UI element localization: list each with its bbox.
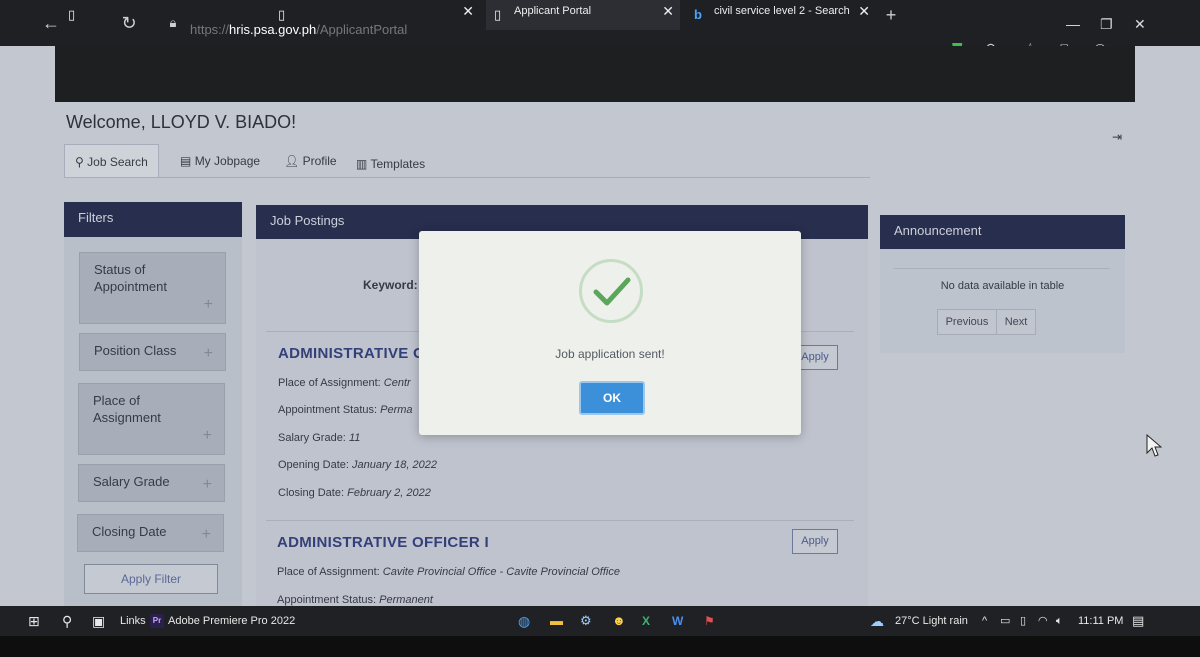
task-view-icon[interactable]: ▣ xyxy=(92,606,105,636)
weather-icon: ☁ xyxy=(870,613,884,629)
flag-icon[interactable]: ⚑ xyxy=(704,606,715,636)
bing-icon: b xyxy=(694,7,702,22)
dialog-message: Job application sent! xyxy=(555,347,665,361)
close-icon[interactable]: ✕ xyxy=(662,0,674,22)
weather-status[interactable]: 27°C Light rain xyxy=(895,606,968,636)
file-explorer-icon[interactable]: ▬ xyxy=(550,606,563,636)
premiere-icon: Pr xyxy=(150,614,164,629)
url-host: hris.psa.gov.ph xyxy=(229,22,317,37)
excel-icon[interactable]: X xyxy=(642,606,650,636)
app-icon[interactable]: ☻ xyxy=(612,606,626,636)
url-path: /ApplicantPortal xyxy=(316,22,408,37)
clock[interactable]: 11:11 PM xyxy=(1078,606,1123,636)
success-dialog: Job application sent! OK xyxy=(419,231,801,435)
page-icon: ▯ xyxy=(494,7,502,22)
close-icon[interactable]: ✕ xyxy=(462,0,474,22)
windows-taskbar: ⊞ ⚲ ▣ Links Pr Adobe Premiere Pro 2022 ◍ … xyxy=(0,606,1200,636)
address-bar[interactable]: https://hris.psa.gov.ph/ApplicantPortal xyxy=(190,22,407,37)
ok-button[interactable]: OK xyxy=(579,381,645,415)
taskbar-premiere[interactable]: Pr Adobe Premiere Pro 2022 xyxy=(150,606,295,636)
back-button[interactable]: ← xyxy=(38,12,64,34)
url-scheme: https:// xyxy=(190,22,230,37)
browser-chrome: ▯ ▯ ✕ ▯ Applicant Portal ✕ b civil servi… xyxy=(0,0,1200,46)
browser-tab-applicant-portal[interactable]: ▯ Applicant Portal ✕ xyxy=(486,0,680,30)
minimize-button[interactable]: — xyxy=(1066,16,1080,32)
battery-icon[interactable]: ▯ xyxy=(1020,606,1026,636)
tray-chevron-icon[interactable]: ^ xyxy=(982,606,987,636)
mouse-cursor-icon xyxy=(1146,434,1162,457)
tray-device-icon[interactable]: ▭ xyxy=(1000,606,1010,636)
tab-title: Applicant Portal xyxy=(514,5,592,17)
close-icon[interactable]: ✕ xyxy=(858,0,870,22)
notifications-icon[interactable]: ▤ xyxy=(1132,606,1144,636)
refresh-button[interactable]: ↻ xyxy=(116,12,142,34)
volume-icon[interactable]: 🔈︎ xyxy=(1056,606,1063,636)
new-tab-button[interactable]: + xyxy=(878,4,904,26)
window-close-button[interactable]: ✕ xyxy=(1134,16,1146,33)
browser-tab-search[interactable]: b civil service level 2 - Search ✕ xyxy=(686,0,876,30)
wifi-icon[interactable]: ◠ xyxy=(1038,606,1048,636)
restore-button[interactable]: ❐ xyxy=(1100,16,1113,33)
edge-icon[interactable]: ◍ xyxy=(518,606,530,636)
word-icon[interactable]: W xyxy=(672,606,683,636)
search-icon[interactable]: ⚲ xyxy=(62,606,72,636)
taskbar-app-label: Adobe Premiere Pro 2022 xyxy=(168,615,296,627)
links-toolbar[interactable]: Links xyxy=(120,606,146,636)
windows-start-icon[interactable]: ⊞ xyxy=(28,606,40,636)
page-icon: ▯ xyxy=(68,7,76,22)
success-check-icon xyxy=(579,259,643,323)
lock-icon: 🔒︎ xyxy=(169,15,177,30)
steam-icon[interactable]: ⚙ xyxy=(580,606,592,636)
screen-bezel xyxy=(0,636,1200,657)
tab-title: civil service level 2 - Search xyxy=(714,5,850,17)
